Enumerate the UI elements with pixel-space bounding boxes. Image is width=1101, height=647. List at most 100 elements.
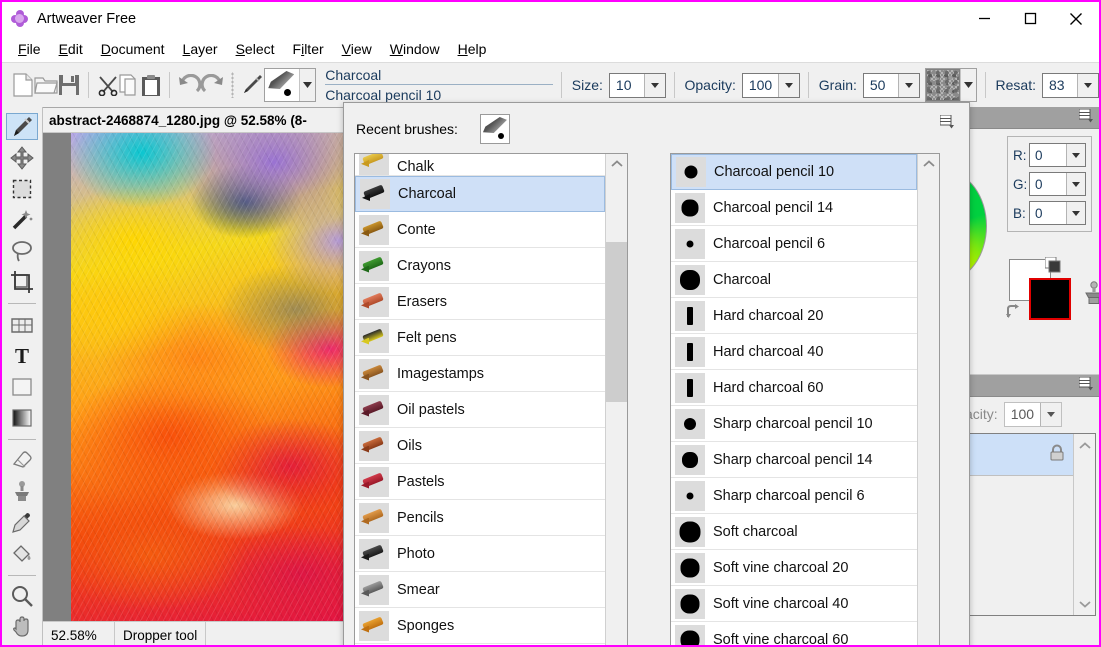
clone-source-icon[interactable] [1081, 281, 1099, 310]
list-item[interactable] [967, 434, 1073, 476]
layers-opacity-value[interactable]: 100 [1004, 402, 1041, 426]
brush-category-conte[interactable]: Conte [355, 212, 605, 248]
brush-category-crayons[interactable]: Crayons [355, 248, 605, 284]
eraser-tool[interactable] [6, 447, 38, 474]
rectangular-marquee-tool[interactable] [6, 175, 38, 202]
paintbrush-tool[interactable] [6, 113, 38, 141]
brush-variant-charcoal[interactable]: Charcoal [671, 262, 917, 298]
brush-category-chalk[interactable]: Chalk [355, 154, 605, 176]
brush-category-oil-pastels[interactable]: Oil pastels [355, 392, 605, 428]
hand-tool[interactable] [6, 614, 38, 641]
gradient-tool[interactable] [6, 404, 38, 431]
menu-window[interactable]: Window [381, 38, 449, 60]
brush-variant-charcoal-pencil-10[interactable]: Charcoal pencil 10 [671, 154, 917, 190]
b-dropdown-arrow-icon[interactable] [1066, 202, 1085, 224]
canvas-area[interactable] [43, 133, 352, 621]
brush-selector[interactable]: Charcoal Charcoal pencil 10 [264, 67, 554, 103]
brush-variant-hard-charcoal-60[interactable]: Hard charcoal 60 [671, 370, 917, 406]
brush-variant-charcoal-pencil-6[interactable]: Charcoal pencil 6 [671, 226, 917, 262]
layers-scrollbar[interactable] [1073, 434, 1095, 615]
panel-menu-icon[interactable] [939, 114, 955, 132]
size-input[interactable]: 10 [608, 72, 666, 98]
brush-category-imagestamps[interactable]: Imagestamps [355, 356, 605, 392]
r-input[interactable]: 0 [1029, 143, 1086, 167]
menu-help[interactable]: Help [449, 38, 496, 60]
fill-tool[interactable] [6, 373, 38, 400]
default-colors-icon[interactable] [1044, 256, 1063, 278]
r-value[interactable]: 0 [1030, 144, 1066, 166]
layers-opacity-input[interactable]: 100 [1003, 401, 1063, 427]
crop-tool[interactable] [6, 268, 38, 295]
close-button[interactable] [1053, 2, 1099, 35]
brush-category-photo[interactable]: Photo [355, 536, 605, 572]
lock-icon[interactable] [1048, 444, 1066, 465]
panel-menu-icon[interactable] [1078, 108, 1094, 126]
brush-category-pastels[interactable]: Pastels [355, 464, 605, 500]
menu-filter[interactable]: Filter [284, 38, 333, 60]
menu-view[interactable]: View [333, 38, 381, 60]
panel-menu-icon[interactable] [1078, 376, 1094, 394]
resat-input[interactable]: 83 [1042, 72, 1099, 98]
text-tool[interactable]: T [6, 342, 38, 369]
maximize-button[interactable] [1007, 2, 1053, 35]
chevron-down-icon[interactable] [1078, 596, 1091, 611]
brush-category-oils[interactable]: Oils [355, 428, 605, 464]
category-scrollbar[interactable] [605, 154, 627, 645]
brush-variant-soft-vine-charcoal-40[interactable]: Soft vine charcoal 40 [671, 586, 917, 622]
size-dropdown-arrow-icon[interactable] [643, 73, 665, 97]
brush-category-sponges[interactable]: Sponges [355, 608, 605, 644]
new-document-icon[interactable] [12, 67, 34, 103]
artwork-image[interactable] [71, 133, 352, 621]
variant-scrollbar[interactable] [917, 154, 939, 645]
dropper-tool[interactable] [6, 509, 38, 536]
brush-variant-sharp-charcoal-pencil-6[interactable]: Sharp charcoal pencil 6 [671, 478, 917, 514]
brush-category-charcoal[interactable]: Charcoal [355, 176, 605, 212]
brush-variant-soft-vine-charcoal-20[interactable]: Soft vine charcoal 20 [671, 550, 917, 586]
b-input[interactable]: 0 [1029, 201, 1086, 225]
r-dropdown-arrow-icon[interactable] [1066, 144, 1085, 166]
grain-texture-selector[interactable] [924, 68, 977, 102]
brush-preview[interactable] [264, 68, 317, 102]
grain-input[interactable]: 50 [862, 72, 920, 98]
lasso-tool[interactable] [6, 237, 38, 264]
opacity-value[interactable]: 100 [742, 73, 779, 97]
opacity-dropdown-arrow-icon[interactable] [778, 73, 800, 97]
chevron-up-icon[interactable] [606, 154, 627, 174]
redo-icon[interactable] [201, 67, 225, 103]
swap-colors-icon[interactable] [1005, 303, 1023, 324]
layers-list[interactable] [966, 433, 1096, 616]
g-value[interactable]: 0 [1030, 173, 1066, 195]
b-value[interactable]: 0 [1030, 202, 1066, 224]
perspective-transform-tool[interactable] [6, 311, 38, 338]
minimize-button[interactable] [961, 2, 1007, 35]
brush-dropdown-arrow-icon[interactable] [299, 69, 316, 101]
menu-select[interactable]: Select [227, 38, 284, 60]
copy-icon[interactable] [118, 67, 141, 103]
paint-bucket-tool[interactable] [6, 540, 38, 567]
brush-variant-hard-charcoal-20[interactable]: Hard charcoal 20 [671, 298, 917, 334]
brush-variant-sharp-charcoal-pencil-14[interactable]: Sharp charcoal pencil 14 [671, 442, 917, 478]
save-disk-icon[interactable] [58, 67, 80, 103]
menu-document[interactable]: Document [92, 38, 174, 60]
chevron-up-icon[interactable] [1078, 438, 1091, 453]
foreground-color-swatch[interactable] [1029, 278, 1071, 320]
brush-variant-sharp-charcoal-pencil-10[interactable]: Sharp charcoal pencil 10 [671, 406, 917, 442]
grain-value[interactable]: 50 [863, 73, 898, 97]
opacity-input[interactable]: 100 [741, 72, 801, 98]
brush-variant-hard-charcoal-40[interactable]: Hard charcoal 40 [671, 334, 917, 370]
paste-clipboard-icon[interactable] [141, 67, 161, 103]
recent-brush-thumbnail[interactable] [479, 114, 510, 144]
grain-texture-dropdown-arrow-icon[interactable] [959, 69, 976, 101]
layers-opacity-dropdown-arrow-icon[interactable] [1040, 402, 1062, 426]
resat-value[interactable]: 83 [1043, 73, 1077, 97]
brush-icon[interactable] [240, 67, 264, 103]
menu-edit[interactable]: Edit [50, 38, 92, 60]
zoom-tool[interactable] [6, 583, 38, 610]
size-value[interactable]: 10 [609, 73, 644, 97]
open-folder-icon[interactable] [34, 67, 58, 103]
brush-category-list[interactable]: Chalk Charcoal Conte Crayons Erasers Felt pen… [354, 153, 628, 645]
brush-category-erasers[interactable]: Erasers [355, 284, 605, 320]
menu-layer[interactable]: Layer [174, 38, 227, 60]
brush-category-felt-pens[interactable]: Felt pens [355, 320, 605, 356]
clone-stamp-tool[interactable] [6, 478, 38, 505]
